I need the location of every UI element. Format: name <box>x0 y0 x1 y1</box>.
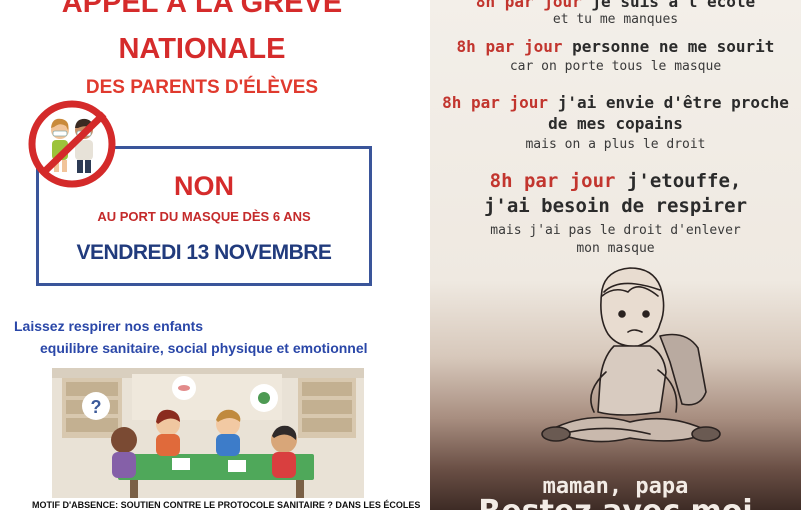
line3-main: 8h par jour j'ai envie d'être proche <box>430 93 801 112</box>
slogan-line2: equilibre sanitaire, social physique et … <box>40 340 368 356</box>
line3-text: j'ai envie d'être proche <box>548 93 789 112</box>
line2-main: 8h par jour personne ne me sourit <box>430 37 801 56</box>
line1-prefix: 8h par jour <box>475 0 582 11</box>
poster-title-line3: DES PARENTS D'ÉLÈVES <box>85 77 319 98</box>
line4-main: 8h par jour j'etouffe, <box>430 170 801 192</box>
line3-prefix: 8h par jour <box>442 93 549 112</box>
line4-sub2: mon masque <box>576 241 655 256</box>
line2-prefix: 8h par jour <box>456 37 563 56</box>
classroom-illustration: ? <box>52 368 364 498</box>
child-message-poster: 8h par jour je suis à l'école et tu me m… <box>430 0 801 510</box>
line4-text: j'etouffe, <box>615 170 742 192</box>
line2-sub: car on porte tous le masque <box>509 59 722 74</box>
line4-sub: mais j'ai pas le droit d'enlever <box>490 223 741 238</box>
line1-main: 8h par jour je suis à l'école <box>430 0 801 11</box>
sad-child-drawing <box>541 267 721 443</box>
line2-text: personne ne me sourit <box>562 37 775 56</box>
svg-text:?: ? <box>91 397 102 417</box>
footer-restez: Restez avec moi <box>430 494 801 510</box>
line1-sub: et tu me manques <box>552 12 679 27</box>
line3-sub: mais on a plus le droit <box>525 137 706 152</box>
poster-title-line2: NATIONALE <box>118 33 286 65</box>
mask-subtitle: AU PORT DU MASQUE DÈS 6 ANS <box>97 209 311 224</box>
line3-main2: de mes copains <box>548 114 683 133</box>
line4-main2: j'ai besoin de respirer <box>483 195 748 217</box>
line4-prefix: 8h par jour <box>489 170 616 192</box>
strike-date: VENDREDI 13 NOVEMBRE <box>76 241 332 264</box>
absence-reason-footer: MOTIF D'ABSENCE: SOUTIEN CONTRE LE PROTO… <box>32 500 421 510</box>
slogan-line1: Laissez respirer nos enfants <box>14 318 204 334</box>
line1-text: je suis à l'école <box>581 0 756 11</box>
no-mask-sign-icon <box>28 100 116 188</box>
poster-title-line1: APPEL À LA GRÈVE <box>61 0 343 19</box>
strike-poster: APPEL À LA GRÈVE NATIONALE DES PARENTS D… <box>0 0 430 510</box>
